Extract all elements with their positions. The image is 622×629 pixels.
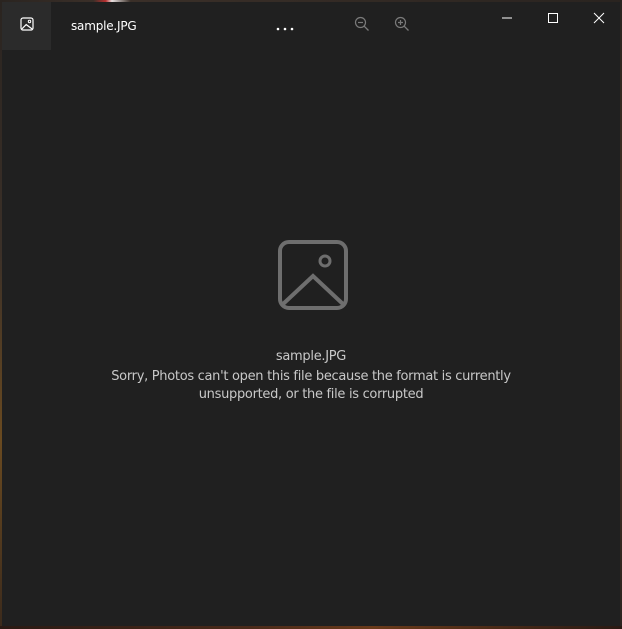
error-filename: sample.JPG — [275, 349, 347, 364]
image-viewer-area: sample.JPG Sorry, Photos can't open this… — [2, 50, 620, 626]
image-placeholder-icon — [277, 239, 349, 311]
minimize-icon — [501, 9, 513, 28]
maximize-icon — [547, 9, 559, 28]
minimize-button[interactable] — [484, 2, 530, 34]
app-icon-button[interactable] — [2, 2, 51, 50]
close-button[interactable] — [576, 2, 622, 34]
error-message: Sorry, Photos can't open this file becau… — [111, 369, 511, 402]
more-options-button[interactable] — [269, 10, 301, 42]
zoom-in-icon — [394, 16, 410, 36]
zoom-out-button[interactable] — [346, 10, 378, 42]
title-bar[interactable]: sample.JPG — [2, 2, 620, 50]
more-options-icon — [275, 17, 295, 36]
maximize-button[interactable] — [530, 2, 576, 34]
zoom-out-icon — [354, 16, 370, 36]
close-icon — [593, 9, 605, 28]
photos-app-icon — [19, 16, 35, 36]
photos-window: sample.JPG sample.JPG Sorry, Photos can'… — [2, 2, 620, 626]
window-title: sample.JPG — [71, 19, 137, 33]
zoom-in-button[interactable] — [386, 10, 418, 42]
